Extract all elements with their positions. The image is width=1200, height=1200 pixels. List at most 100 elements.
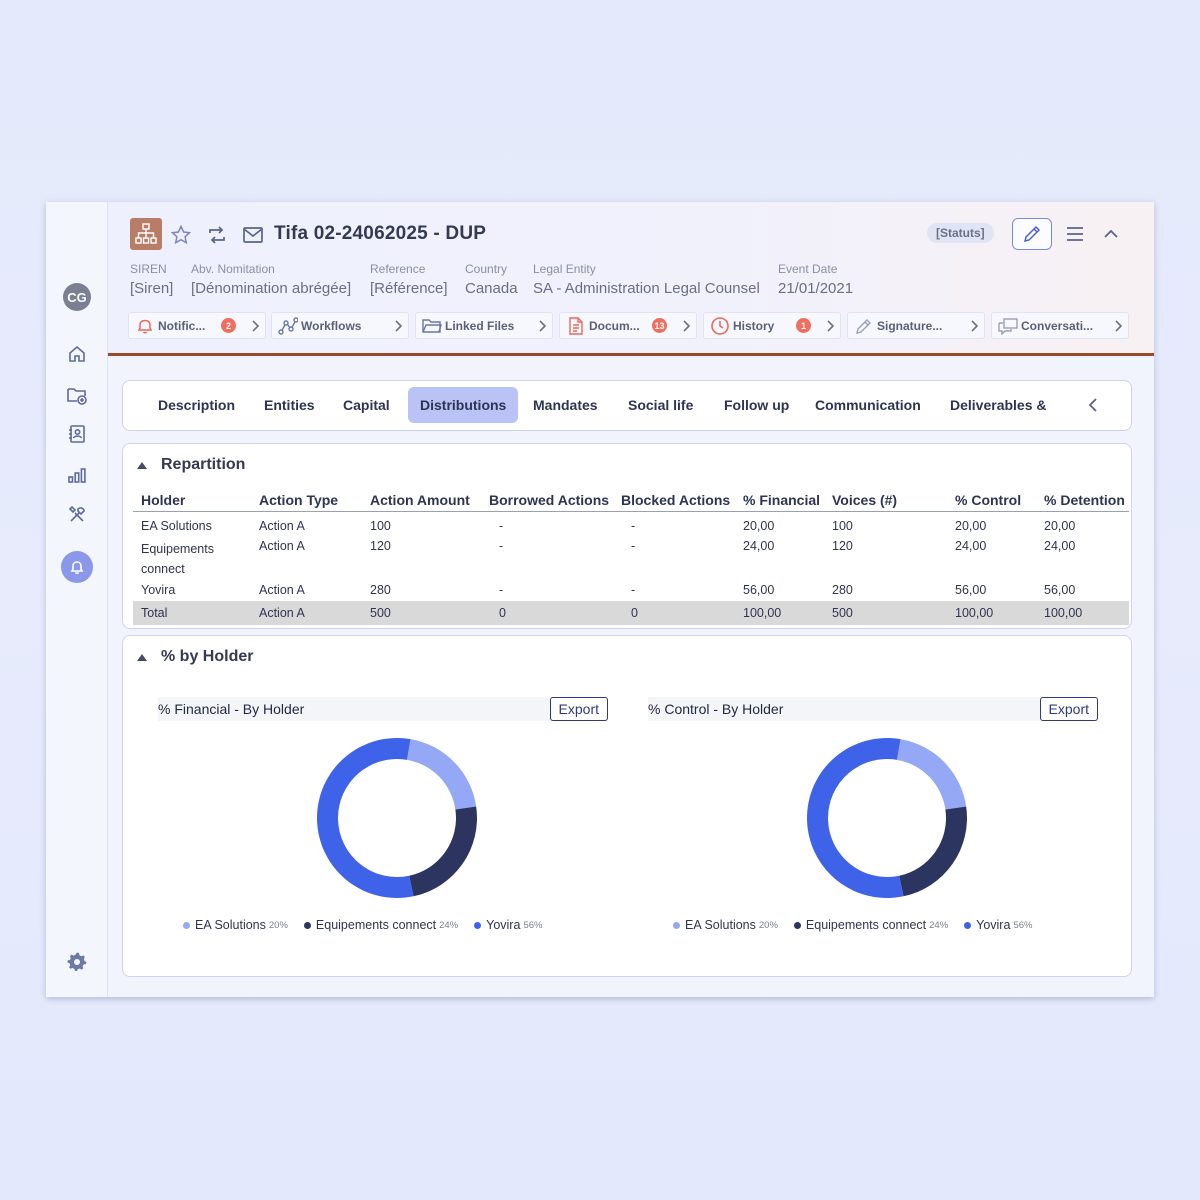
column-header[interactable]: Borrowed Actions: [481, 487, 613, 512]
legend-item[interactable]: Equipements connect 24%: [793, 918, 948, 932]
folder-add-icon[interactable]: [65, 383, 89, 407]
menu-icon[interactable]: [1063, 222, 1087, 246]
table-cell: -: [499, 519, 504, 533]
chip-label: Workflows: [301, 318, 362, 333]
tab-bar: Description Entities Capital Distributio…: [122, 380, 1132, 431]
column-header[interactable]: % Financial: [735, 487, 824, 512]
table-cell: -: [499, 583, 504, 597]
mail-icon[interactable]: [241, 223, 265, 247]
avatar[interactable]: CG: [63, 283, 91, 311]
donut-slice-ea-solutions[interactable]: [406, 739, 477, 810]
tab-communication[interactable]: Communication: [803, 387, 933, 423]
legend-label: EA Solutions: [685, 918, 756, 932]
by-holder-toggle[interactable]: % by Holder: [137, 648, 253, 666]
export-button[interactable]: Export: [1039, 697, 1098, 721]
column-header[interactable]: Holder: [133, 487, 251, 512]
chip-label: Notific...: [158, 318, 206, 333]
tab-social-life[interactable]: Social life: [616, 387, 705, 423]
donut-chart-control: [806, 738, 967, 898]
contacts-icon[interactable]: [65, 422, 89, 446]
chip-label: Docum...: [589, 318, 640, 333]
column-header[interactable]: % Control: [947, 487, 1036, 512]
column-header[interactable]: % Detention: [1036, 487, 1129, 512]
collapse-chevron-icon[interactable]: [1099, 222, 1123, 246]
chip-label: Conversati...: [1021, 318, 1094, 333]
table-cell: Action A: [259, 539, 305, 553]
table-cell: Equipements connect: [141, 542, 214, 576]
collapse-triangle-icon: [137, 653, 147, 661]
meta-label: Abv. Nomitation: [191, 262, 275, 276]
chart-header-financial: % Financial - By Holder Export: [158, 697, 608, 721]
legend-item[interactable]: EA Solutions 20%: [183, 918, 288, 932]
chip-label: Signature...: [877, 318, 943, 333]
app-window: CG Tifa 02-24062025 - DUP [Statuts] SIRE…: [46, 202, 1154, 997]
repartition-toggle[interactable]: Repartition: [137, 456, 245, 474]
sync-icon[interactable]: [205, 223, 229, 247]
table-cell: Yovira: [141, 583, 176, 597]
bell-icon: [132, 317, 158, 335]
chart-header-control: % Control - By Holder Export: [648, 697, 1098, 721]
legend-label: EA Solutions: [195, 918, 266, 932]
export-button[interactable]: Export: [549, 697, 608, 721]
chip-conversations[interactable]: Conversati...: [991, 312, 1129, 339]
legend-dot: [183, 921, 190, 929]
table-cell: -: [631, 539, 636, 553]
chip-signature[interactable]: Signature...: [847, 312, 985, 339]
home-icon[interactable]: [65, 342, 89, 366]
table-cell: 120: [832, 539, 853, 553]
bell-icon[interactable]: [61, 551, 93, 583]
legend-label: Yovira: [976, 918, 1011, 932]
chip-history[interactable]: History 1: [703, 312, 841, 339]
chevron-right-icon: [820, 319, 840, 333]
meta-country: Country Canada: [465, 262, 518, 297]
table-cell: 280: [370, 583, 391, 597]
legend-item[interactable]: Yovira 56%: [474, 918, 542, 932]
meta-value: [Dénomination abrégée]: [191, 280, 352, 297]
donut-slice-yovira[interactable]: [316, 738, 414, 898]
donut-chart-financial: [316, 738, 477, 898]
column-header[interactable]: Blocked Actions: [613, 487, 735, 512]
table-cell: Total: [133, 601, 251, 625]
table-cell: 280: [832, 583, 853, 597]
tab-mandates[interactable]: Mandates: [521, 387, 610, 423]
legend-item[interactable]: Equipements connect 24%: [303, 918, 458, 932]
column-header[interactable]: Action Amount: [362, 487, 481, 512]
chip-documents[interactable]: Docum... 13: [559, 312, 697, 339]
donut-slice-equipements-connect[interactable]: [899, 806, 967, 897]
table-cell: 500: [824, 601, 947, 625]
tools-icon[interactable]: [65, 503, 89, 527]
table-cell: -: [499, 539, 504, 553]
bar-chart-icon[interactable]: [65, 463, 89, 487]
table-cell: Action A: [259, 519, 305, 533]
column-header[interactable]: Voices (#): [824, 487, 947, 512]
donut-slice-ea-solutions[interactable]: [896, 739, 967, 810]
star-icon[interactable]: [169, 223, 193, 247]
tab-follow-up[interactable]: Follow up: [712, 387, 801, 423]
donut-slice-equipements-connect[interactable]: [409, 806, 477, 897]
table-cell: 0: [481, 601, 613, 625]
chip-label: Linked Files: [445, 318, 515, 333]
table-cell: 0: [613, 601, 735, 625]
table-cell: 20,00: [1044, 519, 1076, 533]
chevron-left-icon[interactable]: [1083, 393, 1103, 417]
chip-linked-files[interactable]: Linked Files: [415, 312, 553, 339]
chevron-right-icon: [676, 319, 696, 333]
legend-value: 56%: [1013, 919, 1033, 931]
chart-legend-financial: EA Solutions 20% Equipements connect 24% Yov…: [183, 918, 558, 932]
chip-notifications[interactable]: Notific... 2: [128, 312, 266, 339]
chip-workflows[interactable]: Workflows: [271, 312, 409, 339]
column-header[interactable]: Action Type: [251, 487, 362, 512]
chevron-right-icon: [245, 319, 265, 333]
tab-capital[interactable]: Capital: [331, 387, 402, 423]
tab-description[interactable]: Description: [146, 387, 247, 423]
edit-button[interactable]: [1012, 218, 1052, 250]
tab-entities[interactable]: Entities: [252, 387, 327, 423]
table-cell: 20,00: [955, 519, 987, 533]
legend-item[interactable]: EA Solutions 20%: [673, 918, 778, 932]
tab-deliverables[interactable]: Deliverables &: [938, 387, 1059, 423]
gear-icon[interactable]: [65, 949, 89, 973]
status-badge: [Statuts]: [927, 223, 994, 243]
donut-slice-yovira[interactable]: [806, 738, 904, 898]
legend-item[interactable]: Yovira 56%: [964, 918, 1032, 932]
tab-distributions[interactable]: Distributions: [408, 387, 519, 423]
